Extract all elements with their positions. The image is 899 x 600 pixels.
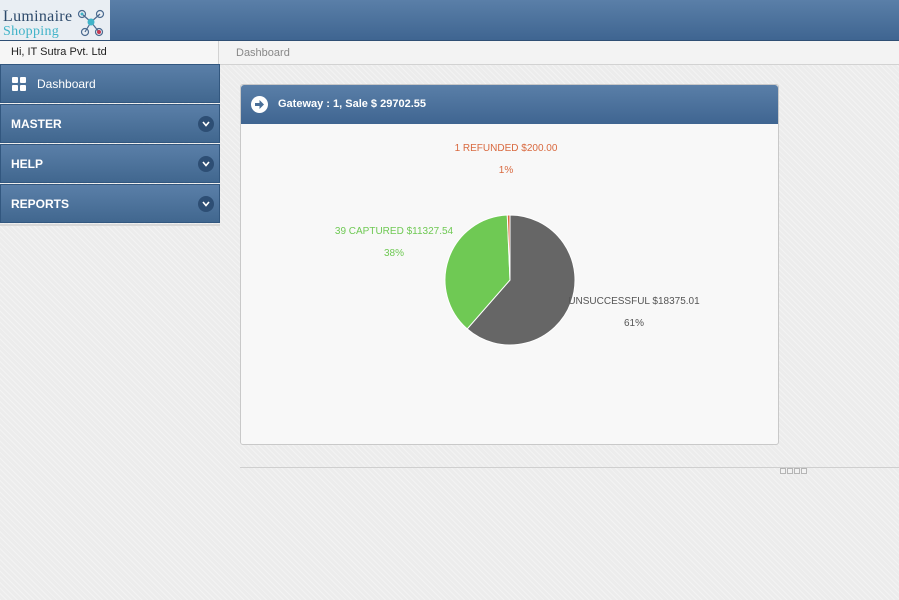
panel-title: Gateway : 1, Sale $ 29702.55	[278, 98, 426, 110]
sidebar-bottom-border	[0, 224, 220, 226]
gateway-panel: Gateway : 1, Sale $ 29702.55 UNSUCCESSFU…	[240, 84, 779, 445]
sidebar: Dashboard MASTER HELP REPORTS	[0, 64, 220, 226]
sidebar-item-dashboard[interactable]: Dashboard	[0, 64, 220, 103]
panel-header[interactable]: Gateway : 1, Sale $ 29702.55	[241, 85, 778, 124]
breadcrumb[interactable]: Dashboard	[236, 41, 290, 65]
sidebar-item-master[interactable]: MASTER	[0, 104, 220, 143]
arrow-right-circle-icon	[251, 96, 268, 113]
chevron-down-icon[interactable]	[198, 196, 214, 212]
user-greeting: Hi, IT Sutra Pvt. Ltd	[0, 41, 219, 64]
pie-percent-refunded: 1%	[499, 165, 514, 176]
network-molecule-icon	[77, 9, 105, 37]
resize-handle[interactable]	[780, 463, 808, 474]
sidebar-item-help[interactable]: HELP	[0, 144, 220, 183]
pie-chart: UNSUCCESSFUL $18375.01 61% 39 CAPTURED $11…	[335, 143, 700, 346]
pie-label-refunded: 1 REFUNDED $200.00	[455, 143, 558, 154]
pie-percent-unsuccessful: 61%	[624, 318, 644, 329]
top-bar: Luminaire Shopping	[0, 0, 899, 41]
brand-name-line2: Shopping	[3, 24, 60, 39]
grid-icon	[12, 77, 26, 91]
chevron-down-icon[interactable]	[198, 156, 214, 172]
sub-bar: Hi, IT Sutra Pvt. Ltd Dashboard	[0, 41, 899, 65]
pie-label-unsuccessful: UNSUCCESSFUL $18375.01	[568, 296, 700, 307]
sidebar-item-label: MASTER	[11, 117, 62, 131]
brand-logo[interactable]: Luminaire Shopping	[0, 0, 110, 40]
sidebar-item-label: REPORTS	[11, 197, 70, 211]
chevron-down-icon[interactable]	[198, 116, 214, 132]
pie-label-captured: 39 CAPTURED $11327.54	[335, 226, 454, 237]
sidebar-item-label: HELP	[11, 157, 44, 171]
pie-percent-captured: 38%	[384, 248, 404, 259]
sidebar-item-label: Dashboard	[37, 77, 96, 91]
sidebar-item-reports[interactable]: REPORTS	[0, 184, 220, 223]
